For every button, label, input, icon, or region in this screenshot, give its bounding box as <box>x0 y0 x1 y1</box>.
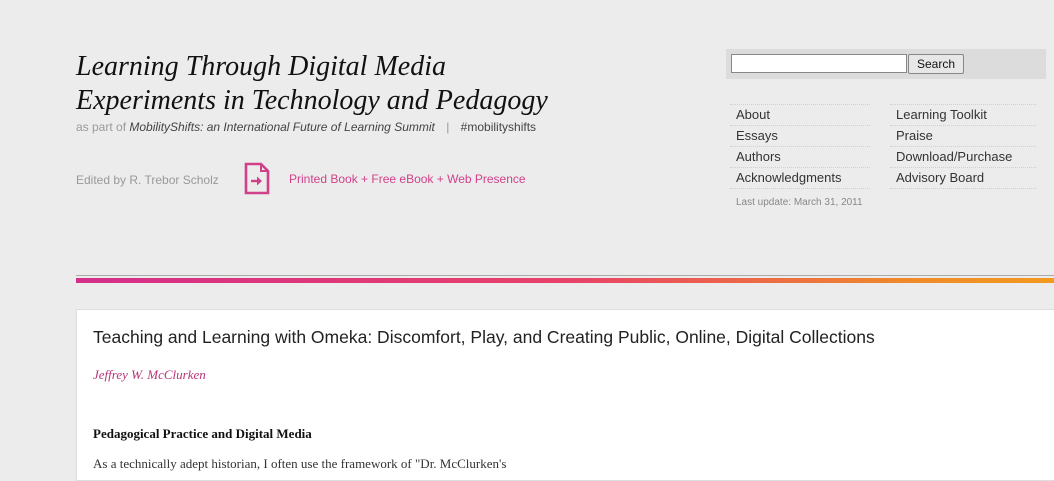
separator: | <box>446 120 450 134</box>
search-button[interactable]: Search <box>908 54 964 74</box>
part-of-line: as part of MobilityShifts: an Internatio… <box>76 120 536 134</box>
nav-item-acknowledgments[interactable]: Acknowledgments <box>730 167 870 189</box>
nav-item-authors[interactable]: Authors <box>730 146 870 167</box>
book-arrow-icon[interactable] <box>244 162 270 195</box>
nav-item-learning-toolkit[interactable]: Learning Toolkit <box>890 104 1036 125</box>
article-panel: Teaching and Learning with Omeka: Discom… <box>76 309 1054 481</box>
last-update: Last update: March 31, 2011 <box>736 197 863 208</box>
nav-menu-right: Learning Toolkit Praise Download/Purchas… <box>890 104 1036 189</box>
book-purchase-link[interactable]: Printed Book + Free eBook + Web Presence <box>289 172 526 186</box>
hashtag-link[interactable]: #mobilityshifts <box>461 120 536 134</box>
gradient-divider <box>76 278 1054 283</box>
nav-item-about[interactable]: About <box>730 104 870 125</box>
part-of-prefix: as part of <box>76 120 127 134</box>
site-title-line2[interactable]: Experiments in Technology and Pedagogy <box>76 84 548 118</box>
header-divider <box>76 275 1054 276</box>
nav-menu-left: About Essays Authors Acknowledgments <box>730 104 870 189</box>
edited-by: Edited by R. Trebor Scholz <box>76 173 219 187</box>
site-title[interactable]: Learning Through Digital Media Experimen… <box>76 50 548 118</box>
section-heading: Pedagogical Practice and Digital Media <box>93 426 312 441</box>
search-input[interactable] <box>731 54 907 73</box>
nav-item-advisory-board[interactable]: Advisory Board <box>890 167 1036 189</box>
article-title: Teaching and Learning with Omeka: Discom… <box>93 327 875 347</box>
search-form: Search <box>726 49 1046 79</box>
article-body: As a technically adept historian, I ofte… <box>93 456 507 471</box>
summit-link[interactable]: MobilityShifts: an International Future … <box>129 120 434 134</box>
article-author-link[interactable]: Jeffrey W. McClurken <box>93 367 206 383</box>
nav-item-praise[interactable]: Praise <box>890 125 1036 146</box>
nav-item-essays[interactable]: Essays <box>730 125 870 146</box>
site-title-line1[interactable]: Learning Through Digital Media <box>76 50 548 84</box>
nav-item-download-purchase[interactable]: Download/Purchase <box>890 146 1036 167</box>
